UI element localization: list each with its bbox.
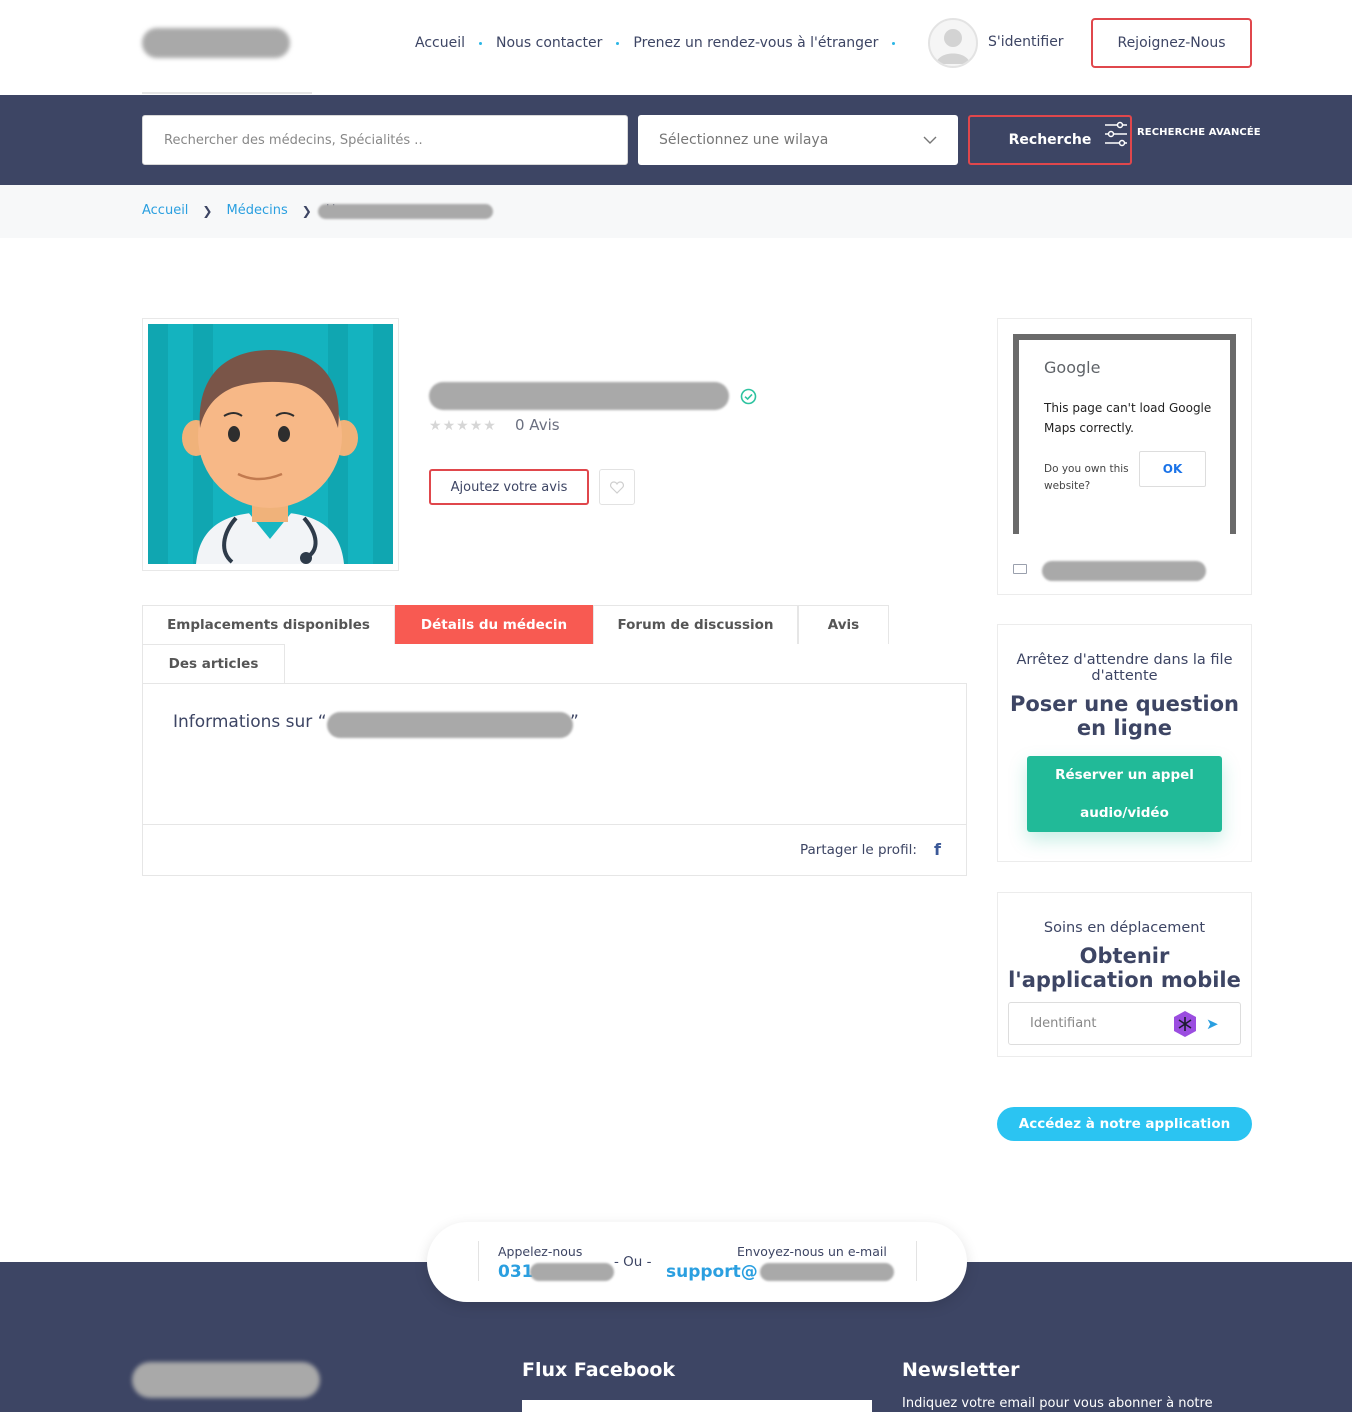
star-icon: ★ [442, 418, 456, 434]
rating-stars: ★ ★ ★ ★ ★ [429, 418, 496, 434]
map-own-question: Do you own this website? [1044, 463, 1129, 492]
phone-number[interactable]: 031 [498, 1262, 534, 1282]
wilaya-select-value: Sélectionnez une wilaya [659, 132, 829, 148]
info-title-end: ” [570, 712, 579, 732]
share-profile-label: Partager le profil: [800, 842, 917, 858]
ask-subtitle: Arrêtez d'attendre dans la file d'attent… [1016, 652, 1233, 684]
google-logo: Google [1044, 358, 1101, 377]
chevron-down-icon [923, 136, 937, 144]
facebook-icon[interactable]: f [934, 840, 941, 859]
heart-icon [610, 480, 624, 494]
review-count: 0 Avis [515, 416, 560, 434]
pill-divider [916, 1241, 917, 1281]
star-icon: ★ [483, 418, 496, 434]
nav-item-abroad-appointment[interactable]: Prenez un rendez-vous à l'étranger [633, 35, 878, 51]
app-title: Obtenir l'application mobile [1008, 944, 1241, 992]
nav-dot [479, 41, 482, 45]
verified-check-icon [740, 388, 757, 405]
star-icon: ★ [469, 418, 483, 434]
redacted-support-email [760, 1263, 894, 1281]
main-nav: Accueil Nous contacter Prenez un rendez-… [415, 35, 909, 51]
breadcrumb-home[interactable]: Accueil [142, 203, 188, 218]
sliders-icon[interactable] [1103, 121, 1129, 147]
user-avatar[interactable] [928, 18, 978, 68]
breadcrumb: Accueil ❯ Médecins ❯ H [142, 203, 336, 218]
extension-badge-icon[interactable] [1172, 1010, 1198, 1038]
doctor-search-input[interactable] [142, 115, 628, 165]
mail-icon [1013, 564, 1027, 574]
favorite-button[interactable] [599, 469, 635, 505]
support-email[interactable]: support@ [666, 1262, 758, 1282]
chevron-right-icon: ❯ [202, 203, 213, 218]
footer-logo[interactable] [132, 1362, 320, 1398]
nav-item-contact[interactable]: Nous contacter [496, 35, 602, 51]
or-separator: - Ou - [614, 1254, 652, 1270]
newsletter-title: Newsletter [902, 1359, 1020, 1381]
nav-item-home[interactable]: Accueil [415, 35, 465, 51]
redacted-phone [530, 1263, 614, 1281]
logo-underline [142, 92, 312, 94]
tab-available-locations[interactable]: Emplacements disponibles [142, 605, 395, 644]
call-label: Appelez-nous [498, 1244, 583, 1259]
redacted-doctor-fullname [429, 382, 729, 410]
info-title: Informations sur “ [173, 712, 327, 732]
panel-divider [143, 824, 966, 825]
add-review-button[interactable]: Ajoutez votre avis [429, 469, 589, 505]
app-subtitle: Soins en déplacement [1043, 920, 1206, 936]
map-error-message: This page can't load Google Maps correct… [1044, 401, 1212, 435]
email-label: Envoyez-nous un e-mail [737, 1244, 887, 1259]
doctor-avatar-illustration [148, 324, 393, 564]
user-avatar-icon [936, 29, 970, 64]
tab-articles[interactable]: Des articles [142, 644, 285, 683]
signin-link[interactable]: S'identifier [988, 34, 1064, 50]
map-ok-button[interactable]: OK [1139, 451, 1206, 487]
ask-title: Poser une question en ligne [1009, 692, 1240, 740]
star-icon: ★ [456, 418, 469, 434]
chevron-right-icon: ❯ [301, 203, 312, 218]
join-button[interactable]: Rejoignez-Nous [1091, 18, 1252, 68]
redacted-email [1042, 561, 1206, 581]
tab-reviews[interactable]: Avis [798, 605, 889, 644]
tab-doctor-details[interactable]: Détails du médecin [395, 605, 593, 644]
book-call-button[interactable]: Réserver un appel audio/vidéo [1027, 756, 1222, 832]
facebook-feed-title: Flux Facebook [522, 1359, 676, 1381]
breadcrumb-doctors[interactable]: Médecins [226, 203, 287, 218]
site-logo[interactable] [142, 28, 290, 58]
nav-dot [616, 41, 620, 45]
redacted-info-name [327, 712, 573, 738]
send-icon[interactable]: ➤ [1206, 1015, 1219, 1033]
nav-dot [892, 41, 896, 45]
wilaya-select[interactable]: Sélectionnez une wilaya [638, 115, 958, 165]
newsletter-text: Indiquez votre email pour vous abonner à… [902, 1396, 1213, 1411]
tab-discussion-forum[interactable]: Forum de discussion [593, 605, 798, 644]
access-app-button[interactable]: Accédez à notre application [997, 1107, 1252, 1141]
facebook-feed-box [522, 1400, 872, 1412]
star-icon: ★ [429, 418, 442, 434]
pill-divider [478, 1241, 479, 1281]
redacted-doctor-name [318, 204, 493, 219]
advanced-search-link[interactable]: RECHERCHE AVANCÉE [1137, 127, 1261, 138]
